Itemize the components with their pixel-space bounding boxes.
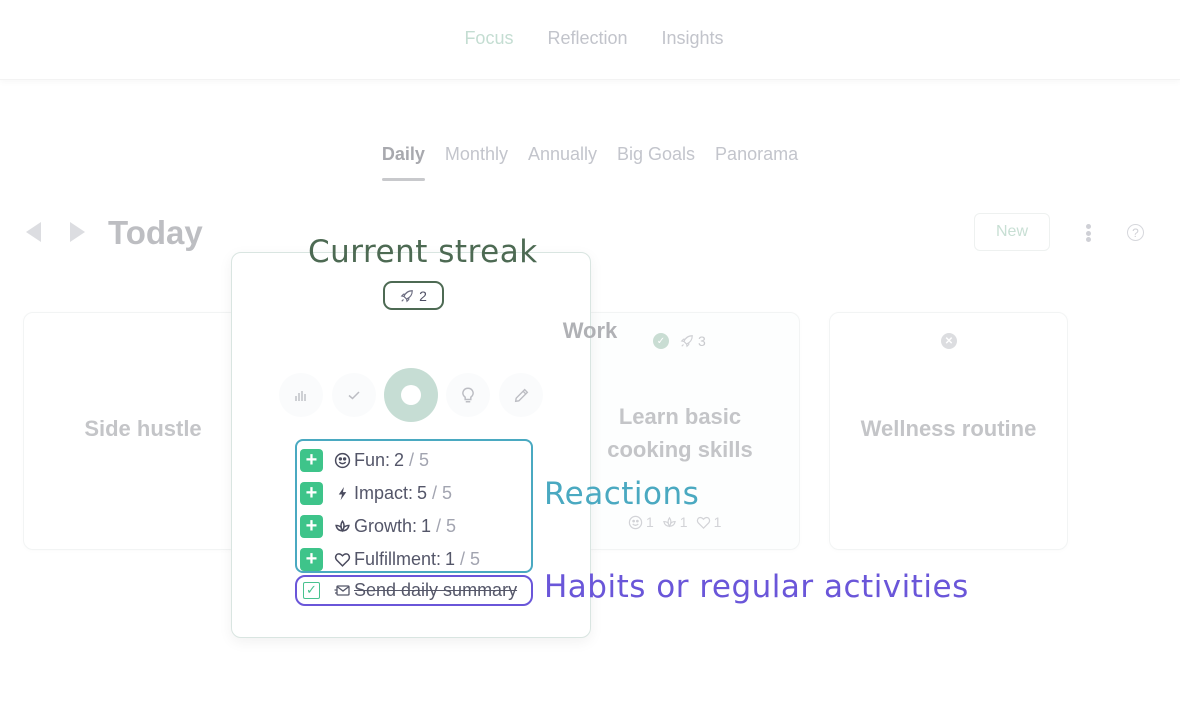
heart-icon [696, 516, 710, 529]
help-icon[interactable]: ? [1127, 224, 1144, 241]
smile-icon [334, 452, 350, 469]
habit-row: ✓ Send daily summary [303, 580, 517, 601]
stats-button[interactable] [279, 373, 323, 417]
reaction-row-impact: + Impact: 5 / 5 [300, 477, 480, 510]
bar-chart-icon [295, 391, 306, 401]
more-options-icon[interactable] [1080, 222, 1096, 244]
tab-panorama[interactable]: Panorama [715, 144, 798, 181]
add-fun-button[interactable]: + [300, 449, 323, 472]
top-nav: Focus Reflection Insights [0, 28, 1180, 49]
reaction-value: 1 [421, 516, 432, 536]
reaction-row-growth: + Growth: 1 / 5 [300, 510, 480, 543]
reaction-value: 5 [417, 483, 428, 503]
next-day-arrow-icon[interactable] [70, 222, 85, 242]
lightbulb-icon [462, 387, 474, 403]
add-fulfillment-button[interactable]: + [300, 548, 323, 571]
new-button[interactable]: New [974, 213, 1050, 251]
record-icon [401, 385, 421, 405]
annotation-reactions: Reactions [544, 476, 700, 512]
card-title-line: cooking skills [607, 437, 753, 462]
nav-focus[interactable]: Focus [464, 28, 513, 49]
habit-checkbox[interactable]: ✓ [303, 582, 320, 599]
streak-badge: 2 [383, 281, 444, 310]
annotation-current-streak: Current streak [308, 234, 538, 270]
streak-count: 2 [419, 287, 427, 304]
card-title: Work [562, 318, 618, 343]
reaction-list: + Fun: 2 / 5 + Impact: 5 / 5 + Growth: 1… [300, 444, 480, 576]
edit-button[interactable] [499, 373, 543, 417]
annotation-habits: Habits or regular activities [544, 569, 969, 605]
reaction-summary: 1 1 1 [628, 514, 721, 530]
page-title: Today [108, 214, 203, 251]
card-title: Side hustle [84, 416, 202, 441]
prev-day-arrow-icon[interactable] [26, 222, 41, 242]
tab-monthly[interactable]: Monthly [445, 144, 508, 181]
reaction-fun: 1 [628, 514, 654, 530]
top-bar: Focus Reflection Insights [0, 0, 1180, 80]
card-title-line: Learn basic [618, 404, 742, 429]
habit-label: Send daily summary [354, 580, 518, 600]
reaction-fulfillment: 1 [696, 514, 721, 530]
tab-big-goals[interactable]: Big Goals [617, 144, 695, 181]
idea-button[interactable] [446, 373, 490, 417]
add-impact-button[interactable]: + [300, 482, 323, 505]
mail-icon [334, 584, 350, 596]
nav-reflection[interactable]: Reflection [547, 28, 627, 49]
tab-annually[interactable]: Annually [528, 144, 597, 181]
card-title: Learn basic cooking skills [560, 400, 800, 466]
rocket-icon [400, 289, 413, 302]
pencil-icon [514, 388, 528, 402]
heart-icon [334, 553, 350, 567]
nav-insights[interactable]: Insights [662, 28, 724, 49]
reaction-value: 2 [394, 450, 405, 470]
tab-daily[interactable]: Daily [381, 144, 425, 181]
complete-button[interactable] [332, 373, 376, 417]
reaction-row-fun: + Fun: 2 / 5 [300, 444, 480, 477]
lotus-icon [662, 516, 676, 527]
focus-toggle-button[interactable] [384, 368, 438, 422]
card-title: Wellness routine [860, 416, 1037, 441]
lotus-icon [334, 519, 350, 533]
bolt-icon [338, 486, 346, 501]
smile-icon [628, 515, 643, 529]
add-growth-button[interactable]: + [300, 515, 323, 538]
reaction-row-fulfillment: + Fulfillment: 1 / 5 [300, 543, 480, 576]
period-tabs: Daily Monthly Annually Big Goals Panoram… [0, 144, 1180, 181]
check-icon [348, 391, 360, 400]
reaction-value: 1 [445, 549, 456, 569]
reaction-growth: 1 [662, 514, 688, 530]
